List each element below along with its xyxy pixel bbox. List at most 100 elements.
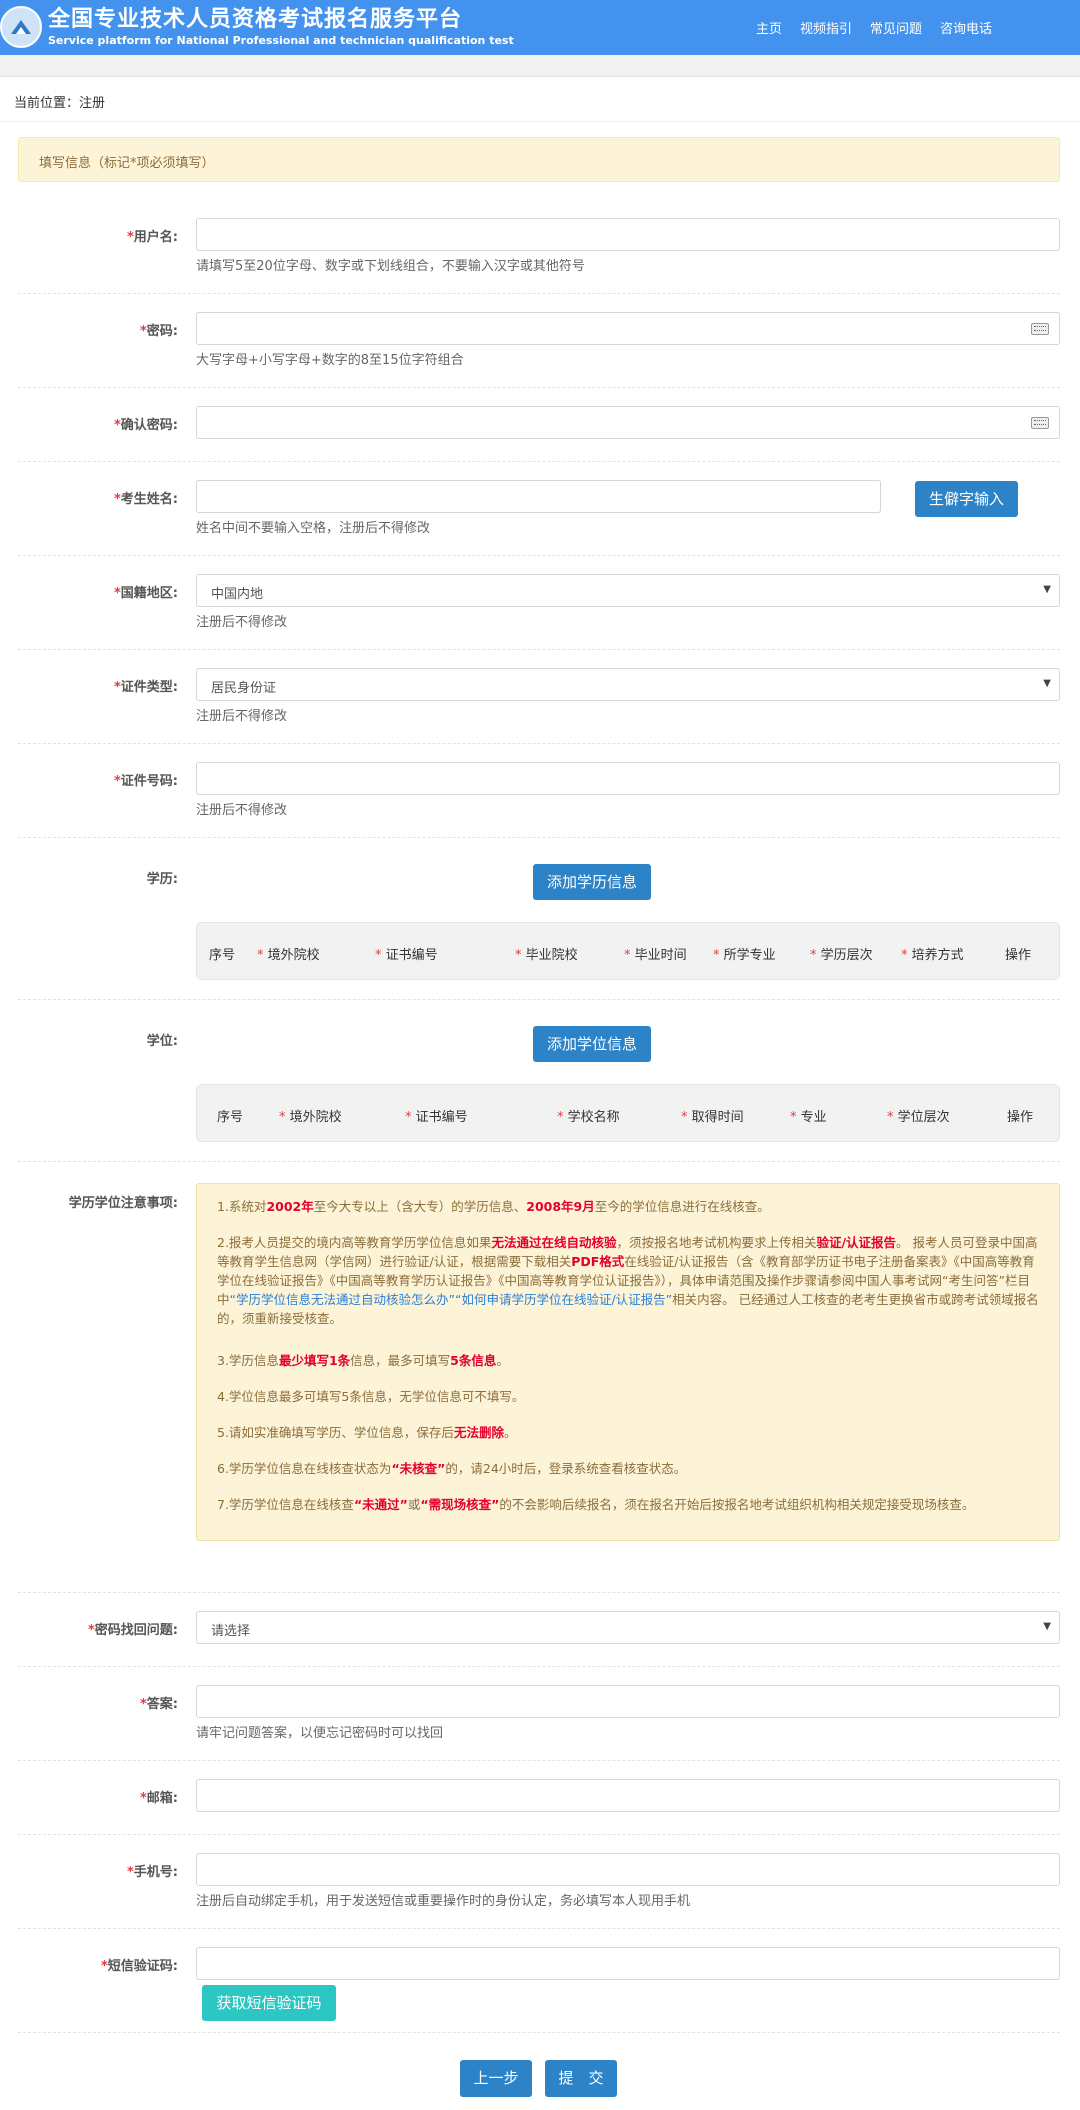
degree-col-index: 序号 <box>217 1110 244 1125</box>
degree-col-action: 操作 <box>1007 1110 1034 1125</box>
name-input[interactable] <box>196 480 881 513</box>
region-hint: 注册后不得修改 <box>196 615 288 630</box>
degree-col-level: * 学位层次 <box>887 1110 950 1125</box>
id-number-hint: 注册后不得修改 <box>196 803 288 818</box>
site-title: 全国专业技术人员资格考试报名服务平台 <box>48 7 463 32</box>
id-number-input[interactable] <box>196 762 1060 795</box>
name-row: *考生姓名: 生僻字输入 姓名中间不要输入空格，注册后不得修改 <box>18 462 1060 556</box>
education-col-level: * 学历层次 <box>810 948 873 963</box>
id-number-row: *证件号码: 注册后不得修改 <box>18 744 1060 838</box>
username-hint: 请填写5至20位字母、数字或下划线组合，不要输入汉字或其他符号 <box>196 259 585 274</box>
email-label: *邮箱: <box>139 1791 178 1806</box>
degree-row: 学位: 添加学位信息 序号 * 境外院校 * 证书编号 * 学校名称 * 取得时… <box>18 1000 1060 1162</box>
education-table-header: 序号 * 境外院校 * 证书编号 * 毕业院校 * 毕业时间 * 所学专业 * … <box>196 922 1060 980</box>
phone-input[interactable] <box>196 1853 1060 1886</box>
name-hint: 姓名中间不要输入空格，注册后不得修改 <box>196 521 431 536</box>
notes-box: 1.系统对2002年至今大专以上（含大专）的学历信息、2008年9月至今的学位信… <box>196 1183 1060 1541</box>
name-label: *考生姓名: <box>113 492 178 507</box>
note-3: 3.学历信息最少填写1条信息，最多可填写5条信息。 <box>217 1353 509 1368</box>
degree-label: 学位: <box>146 1034 178 1049</box>
top-nav: 主页 视频指引 常见问题 咨询电话 <box>756 18 992 37</box>
keyboard-icon[interactable] <box>1031 323 1049 335</box>
logo-mark <box>11 20 31 34</box>
region-row: *国籍地区: 中国内地 ▼ 注册后不得修改 <box>18 556 1060 650</box>
id-type-value: 居民身份证 <box>211 681 277 696</box>
nav-video-guide[interactable]: 视频指引 <box>800 18 852 37</box>
region-select[interactable]: 中国内地 ▼ <box>196 574 1060 607</box>
answer-row: *答案: 请牢记问题答案，以便忘记密码时可以找回 <box>18 1667 1060 1761</box>
add-degree-button[interactable]: 添加学位信息 <box>533 1026 651 1062</box>
required-notice-text: 填写信息（标记*项必须填写） <box>39 156 215 171</box>
phone-label: *手机号: <box>126 1865 178 1880</box>
site-header: 全国专业技术人员资格考试报名服务平台 Service platform for … <box>0 0 1080 55</box>
username-input[interactable] <box>196 218 1060 251</box>
id-type-label: *证件类型: <box>113 680 178 695</box>
password-row: *密码: 大写字母+小写字母+数字的8至15位字符组合 <box>18 294 1060 388</box>
confirm-password-input[interactable] <box>196 406 1060 439</box>
confirm-password-row: *确认密码: <box>18 388 1060 462</box>
prev-step-button[interactable]: 上一步 <box>460 2060 532 2097</box>
link-apply-report[interactable]: “如何申请学历学位在线验证/认证报告” <box>455 1292 672 1307</box>
question-row: *密码找回问题: 请选择 ▼ <box>18 1593 1060 1667</box>
notes-label: 学历学位注意事项: <box>68 1196 178 1211</box>
education-col-certificate-no: * 证书编号 <box>375 948 438 963</box>
password-hint: 大写字母+小写字母+数字的8至15位字符组合 <box>196 353 464 368</box>
header-divider <box>0 55 1080 77</box>
education-col-action: 操作 <box>1005 948 1032 963</box>
note-7: 7.学历学位信息在线核查“未通过”或“需现场核查”的不会影响后续报名，须在报名开… <box>217 1497 975 1512</box>
email-row: *邮箱: <box>18 1761 1060 1835</box>
site-logo-icon <box>0 6 42 48</box>
degree-col-school: * 学校名称 <box>557 1110 620 1125</box>
answer-input[interactable] <box>196 1685 1060 1718</box>
breadcrumb-row: 当前位置：注册 <box>0 77 1080 122</box>
answer-label: *答案: <box>139 1697 178 1712</box>
question-select[interactable]: 请选择 ▼ <box>196 1611 1060 1644</box>
password-label: *密码: <box>139 324 178 339</box>
required-notice: 填写信息（标记*项必须填写） <box>18 137 1060 182</box>
degree-table-header: 序号 * 境外院校 * 证书编号 * 学校名称 * 取得时间 * 专业 * 学位… <box>196 1084 1060 1142</box>
keyboard-icon[interactable] <box>1031 417 1049 429</box>
confirm-password-label: *确认密码: <box>113 418 178 433</box>
education-col-school: * 毕业院校 <box>515 948 578 963</box>
password-input[interactable] <box>196 312 1060 345</box>
submit-button[interactable]: 提 交 <box>545 2060 617 2097</box>
region-value: 中国内地 <box>211 587 264 602</box>
question-value: 请选择 <box>211 1624 251 1639</box>
education-col-mode: * 培养方式 <box>901 948 964 963</box>
education-label: 学历: <box>146 872 178 887</box>
chevron-down-icon: ▼ <box>1043 678 1051 689</box>
note-2: 2.报考人员提交的境内高等教育学历学位信息如果无法通过在线自动核验，须按报名地考… <box>217 1235 1039 1326</box>
education-col-major: * 所学专业 <box>713 948 776 963</box>
sms-label: *短信验证码: <box>100 1959 178 1974</box>
education-col-index: 序号 <box>209 948 236 963</box>
id-number-label: *证件号码: <box>113 774 178 789</box>
sms-input[interactable] <box>196 1947 1060 1980</box>
id-type-select[interactable]: 居民身份证 ▼ <box>196 668 1060 701</box>
rare-char-button[interactable]: 生僻字输入 <box>915 481 1018 517</box>
education-col-foreign-school: * 境外院校 <box>257 948 320 963</box>
phone-hint: 注册后自动绑定手机，用于发送短信或重要操作时的身份认定，务必填写本人现用手机 <box>196 1894 691 1909</box>
education-col-grad-date: * 毕业时间 <box>624 948 687 963</box>
degree-col-foreign-school: * 境外院校 <box>279 1110 342 1125</box>
username-label: *用户名: <box>126 230 178 245</box>
note-5: 5.请如实准确填写学历、学位信息，保存后无法删除。 <box>217 1425 517 1440</box>
username-row: *用户名: 请填写5至20位字母、数字或下划线组合，不要输入汉字或其他符号 <box>18 200 1060 294</box>
get-sms-code-button[interactable]: 获取短信验证码 <box>202 1985 336 2021</box>
degree-col-certificate-no: * 证书编号 <box>405 1110 468 1125</box>
chevron-down-icon: ▼ <box>1043 1621 1051 1632</box>
nav-contact[interactable]: 咨询电话 <box>940 18 992 37</box>
degree-col-major: * 专业 <box>790 1110 827 1125</box>
sms-row: *短信验证码: 获取短信验证码 <box>18 1929 1060 2033</box>
link-cannot-verify[interactable]: “学历学位信息无法通过自动核验怎么办” <box>230 1292 455 1307</box>
nav-faq[interactable]: 常见问题 <box>870 18 922 37</box>
note-1: 1.系统对2002年至今大专以上（含大专）的学历信息、2008年9月至今的学位信… <box>217 1199 770 1214</box>
breadcrumb: 当前位置：注册 <box>14 96 106 111</box>
nav-home[interactable]: 主页 <box>756 18 782 37</box>
degree-col-date: * 取得时间 <box>681 1110 744 1125</box>
email-input[interactable] <box>196 1779 1060 1812</box>
region-label: *国籍地区: <box>113 586 178 601</box>
add-education-button[interactable]: 添加学历信息 <box>533 864 651 900</box>
chevron-down-icon: ▼ <box>1043 584 1051 595</box>
site-subtitle: Service platform for National Profession… <box>48 34 514 47</box>
id-type-row: *证件类型: 居民身份证 ▼ 注册后不得修改 <box>18 650 1060 744</box>
